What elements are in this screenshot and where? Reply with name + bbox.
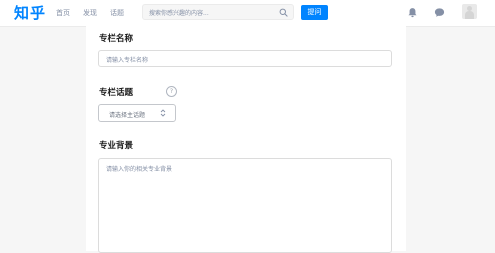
background-label: 专业背景 <box>99 141 134 151</box>
updown-chevron-icon <box>160 109 166 117</box>
ask-question-button[interactable]: 提问 <box>301 5 328 20</box>
nav-discover[interactable]: 发现 <box>83 8 97 18</box>
topic-select[interactable]: 请选择主话题 <box>98 104 176 122</box>
nav-topics[interactable]: 话题 <box>110 8 124 18</box>
column-name-label: 专栏名称 <box>99 34 134 44</box>
search-input[interactable]: 搜索你感兴趣的内容... <box>142 4 294 20</box>
top-bar: 知乎 首页 发现 话题 搜索你感兴趣的内容... 提问 <box>0 0 495 27</box>
topic-select-label: 请选择主话题 <box>109 112 146 119</box>
background-placeholder: 请输入你的相关专业背景 <box>106 166 173 173</box>
help-icon[interactable]: ? <box>166 86 177 97</box>
nav-home[interactable]: 首页 <box>56 8 70 18</box>
message-icon[interactable] <box>434 7 445 18</box>
search-placeholder: 搜索你感兴趣的内容... <box>149 10 209 17</box>
search-icon[interactable] <box>279 8 288 17</box>
column-name-placeholder: 请输入专栏名称 <box>106 57 149 64</box>
background-textarea[interactable]: 请输入你的相关专业背景 <box>98 158 392 253</box>
bell-icon[interactable] <box>407 7 418 18</box>
column-form-panel: 专栏名称 请输入专栏名称 专栏话题 ? 请选择主话题 专业背景 请输入你的相关专… <box>86 26 406 253</box>
avatar[interactable] <box>462 4 477 19</box>
column-topic-label: 专栏话题 <box>99 88 134 98</box>
zhihu-logo[interactable]: 知乎 <box>14 2 46 23</box>
main-nav: 首页 发现 话题 <box>56 8 137 18</box>
column-name-input[interactable]: 请输入专栏名称 <box>98 50 392 67</box>
